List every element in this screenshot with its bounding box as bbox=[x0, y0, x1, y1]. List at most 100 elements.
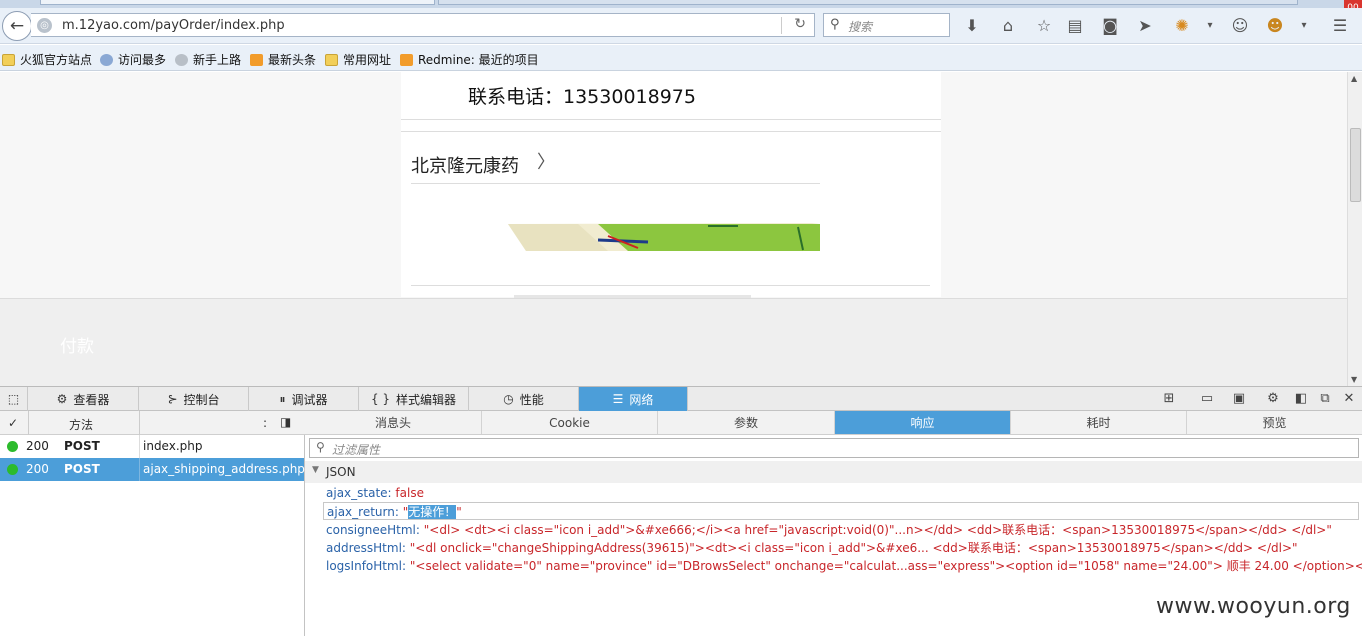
download-icon[interactable]: ⬇ bbox=[962, 16, 982, 36]
close-icon[interactable]: ✕ bbox=[1340, 390, 1358, 408]
bookmark-label: Redmine: 最近的项目 bbox=[418, 53, 539, 67]
sidebar-toggle-icon[interactable]: ◨ bbox=[280, 415, 291, 429]
tab-cookies[interactable]: Cookie bbox=[482, 411, 658, 434]
layout-icon[interactable]: ⊞ bbox=[1160, 390, 1178, 408]
tab-response[interactable]: 响应 bbox=[835, 411, 1011, 434]
phone-row: 联系电话：13530018975 bbox=[401, 72, 941, 120]
tab-label: 控制台 bbox=[183, 392, 220, 407]
dock-side-icon[interactable]: ◧ bbox=[1292, 390, 1310, 408]
globe-icon bbox=[100, 53, 113, 66]
method-column-header[interactable]: 方法 bbox=[69, 416, 93, 433]
tab-headers[interactable]: 消息头 bbox=[305, 411, 482, 434]
element-picker-button[interactable]: ⬚ bbox=[0, 387, 28, 411]
bookmark-label: 火狐官方站点 bbox=[20, 53, 93, 67]
dropdown-chevron-icon[interactable]: ▾ bbox=[1294, 16, 1314, 36]
store-block: 北京隆元康药 〉 bbox=[401, 131, 941, 298]
tab-console[interactable]: ⊱ 控制台 bbox=[139, 387, 249, 411]
pay-button[interactable]: 付款 bbox=[60, 332, 94, 357]
request-row-selected[interactable]: 200 POST ajax_shipping_address.php bbox=[0, 458, 305, 481]
tab-label: 调试器 bbox=[291, 392, 328, 407]
json-value[interactable]: false bbox=[395, 486, 424, 500]
url-separator bbox=[781, 17, 782, 34]
collapse-triangle-icon[interactable]: ▼ bbox=[312, 465, 319, 475]
column-divider bbox=[139, 411, 140, 435]
store-name[interactable]: 北京隆元康药 bbox=[411, 152, 519, 178]
mobile-page: 联系电话：13530018975 北京隆元康药 〉 bbox=[401, 72, 941, 298]
responsive-icon[interactable]: ▣ bbox=[1230, 390, 1248, 408]
tab-timings[interactable]: 耗时 bbox=[1011, 411, 1187, 434]
network-icon: ☰ bbox=[612, 392, 624, 406]
filter-placeholder: 过滤属性 bbox=[332, 443, 381, 457]
browser-tab-active[interactable] bbox=[40, 0, 435, 5]
search-input[interactable]: ⚲ 搜索 bbox=[823, 13, 950, 37]
inspector-icon: ⚙ bbox=[56, 392, 68, 406]
settings-gear-icon[interactable]: ⚙ bbox=[1264, 390, 1282, 408]
json-value[interactable]: "<dl onclick="changeShippingAddress(3961… bbox=[410, 541, 1298, 555]
monkey-icon[interactable]: ☻ bbox=[1265, 16, 1285, 36]
rss-icon bbox=[400, 53, 413, 66]
bookmark-item[interactable]: 访问最多 bbox=[100, 51, 166, 68]
json-value[interactable]: "<select validate="0" name="province" id… bbox=[410, 559, 1362, 573]
picker-icon: ⬚ bbox=[7, 392, 20, 406]
tab-inspector[interactable]: ⚙ 查看器 bbox=[28, 387, 139, 411]
json-property[interactable]: ajax_state: false bbox=[326, 484, 424, 502]
menu-hamburger-icon[interactable]: ☰ bbox=[1330, 16, 1350, 36]
url-bar[interactable]: ◎ m.12yao.com/payOrder/index.php ↻ bbox=[31, 13, 815, 37]
product-image bbox=[508, 223, 820, 251]
page-scrollbar[interactable]: ▲ ▼ bbox=[1347, 72, 1362, 386]
scroll-down-icon[interactable]: ▼ bbox=[1351, 375, 1357, 384]
check-column-header[interactable]: ✓ bbox=[8, 416, 18, 430]
tab-performance[interactable]: ◷ 性能 bbox=[469, 387, 579, 411]
undock-icon[interactable]: ⧉ bbox=[1316, 390, 1334, 408]
request-row[interactable]: 200 POST index.php bbox=[0, 435, 304, 458]
debugger-icon: ⏸ bbox=[279, 391, 286, 406]
extension-icon[interactable]: ✺ bbox=[1172, 16, 1192, 36]
json-value-selected[interactable]: 无操作！ bbox=[408, 505, 457, 519]
site-identity-icon[interactable]: ◎ bbox=[37, 18, 52, 33]
request-file: index.php bbox=[143, 439, 203, 453]
send-icon[interactable]: ➤ bbox=[1135, 16, 1155, 36]
reload-icon[interactable]: ↻ bbox=[794, 16, 806, 32]
json-property-focused[interactable]: ajax_return: "无操作！" bbox=[323, 502, 1359, 520]
json-key: addressHtml: bbox=[326, 541, 406, 555]
bookmark-item[interactable]: 常用网址 bbox=[325, 51, 391, 68]
json-key: logsInfoHtml: bbox=[326, 559, 407, 573]
folder-icon bbox=[325, 53, 338, 66]
watermark: www.wooyun.org bbox=[1156, 594, 1351, 619]
bookmark-item[interactable]: 最新头条 bbox=[250, 51, 316, 68]
bookmark-item[interactable]: 新手上路 bbox=[175, 51, 241, 68]
json-property[interactable]: logsInfoHtml: "<select validate="0" name… bbox=[326, 557, 1362, 575]
back-button[interactable]: ← bbox=[2, 11, 32, 41]
browser-tab[interactable] bbox=[438, 0, 1298, 5]
pay-bar[interactable]: 付款 bbox=[0, 298, 1347, 386]
navigation-toolbar: ← ◎ m.12yao.com/payOrder/index.php ↻ ⚲ 搜… bbox=[0, 8, 1362, 44]
bookmarks-toolbar: 火狐官方站点 访问最多 新手上路 最新头条 常用网址 Redmine: 最近的项… bbox=[0, 45, 1362, 71]
bookmark-item[interactable]: Redmine: 最近的项目 bbox=[400, 51, 539, 68]
bookmark-item[interactable]: 火狐官方站点 bbox=[2, 51, 92, 68]
json-key: ajax_return: bbox=[327, 505, 399, 519]
split-console-icon[interactable]: ▭ bbox=[1198, 390, 1216, 408]
json-property[interactable]: addressHtml: "<dl onclick="changeShippin… bbox=[326, 539, 1298, 557]
pocket-icon[interactable]: ◙ bbox=[1100, 16, 1120, 36]
divider bbox=[411, 285, 930, 286]
bookmark-star-icon[interactable]: ☆ bbox=[1034, 16, 1054, 36]
json-section-header[interactable]: ▼ JSON bbox=[305, 461, 1362, 483]
status-code: 200 bbox=[26, 462, 49, 476]
chat-icon[interactable]: ☺ bbox=[1230, 16, 1250, 36]
tab-debugger[interactable]: ⏸ 调试器 bbox=[249, 387, 359, 411]
scrollbar-thumb[interactable] bbox=[1350, 128, 1361, 202]
dropdown-chevron-icon[interactable]: ▾ bbox=[1200, 16, 1220, 36]
tab-params[interactable]: 参数 bbox=[658, 411, 835, 434]
tab-preview[interactable]: 预览 bbox=[1187, 411, 1362, 434]
tab-strip bbox=[0, 0, 1362, 8]
home-icon[interactable]: ⌂ bbox=[998, 16, 1018, 36]
phone-text: 联系电话：13530018975 bbox=[468, 86, 696, 108]
filter-properties-input[interactable]: ⚲ 过滤属性 bbox=[309, 438, 1359, 458]
chevron-right-icon[interactable]: 〉 bbox=[537, 148, 555, 174]
scroll-up-icon[interactable]: ▲ bbox=[1351, 74, 1357, 83]
json-value[interactable]: "<dl> <dt><i class="icon i_add">&#xe666;… bbox=[424, 523, 1332, 537]
reading-list-icon[interactable]: ▤ bbox=[1065, 16, 1085, 36]
tab-network[interactable]: ☰ 网络 bbox=[579, 387, 688, 411]
tab-style-editor[interactable]: { } 样式编辑器 bbox=[359, 387, 469, 411]
json-property[interactable]: consigneeHtml: "<dl> <dt><i class="icon … bbox=[326, 521, 1332, 539]
